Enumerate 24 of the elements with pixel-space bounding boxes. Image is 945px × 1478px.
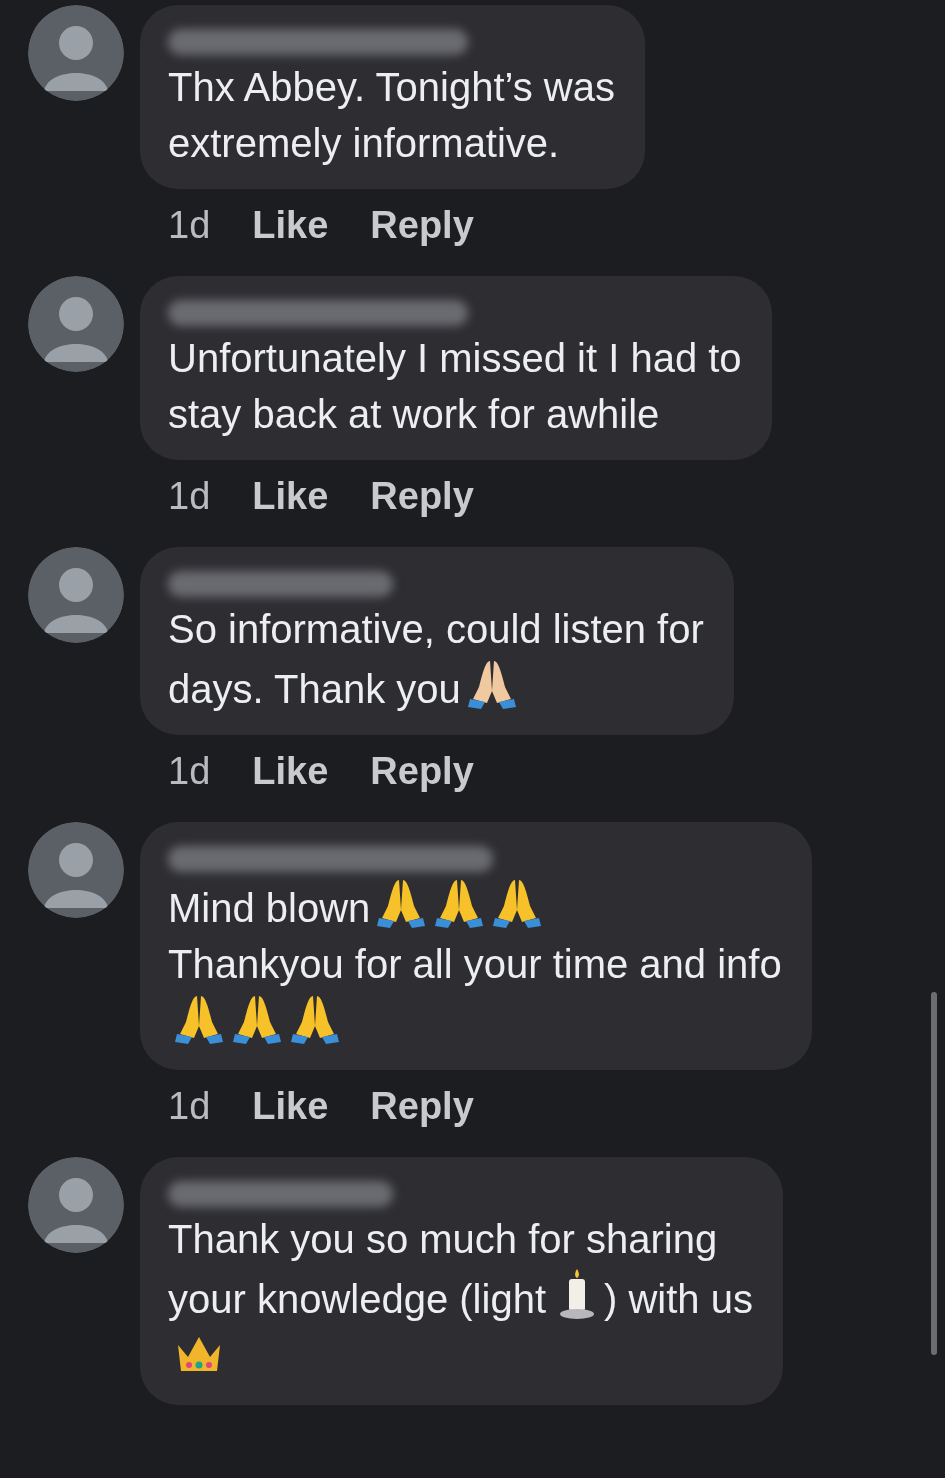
comment-text: Mind blown [168, 886, 371, 930]
like-link[interactable]: Like [252, 1078, 329, 1135]
comment-text: your knowledge (light [168, 1277, 546, 1321]
like-link[interactable]: Like [252, 743, 329, 800]
timestamp: 1d [168, 1084, 211, 1129]
reply-link[interactable]: Reply [370, 468, 474, 525]
timestamp: 1d [168, 203, 211, 248]
scrollbar[interactable] [931, 992, 937, 1355]
comment-text: Thx Abbey. Tonight’s was [168, 65, 615, 109]
timestamp: 1d [168, 749, 211, 794]
comment-text: So informative, could listen for [168, 607, 704, 651]
comment-text: stay back at work for awhile [168, 392, 660, 436]
like-link[interactable]: Like [252, 468, 329, 525]
comment-text: extremely informative. [168, 121, 560, 165]
timestamp: 1d [168, 474, 211, 519]
comment-text: Unfortunately I missed it I had to [168, 336, 742, 380]
reply-link[interactable]: Reply [370, 197, 474, 254]
like-link[interactable]: Like [252, 197, 329, 254]
comment-text: days. Thank you [168, 667, 461, 711]
comment-text: ) with us [604, 1277, 753, 1321]
comment-text: Thankyou for all your time and info [168, 942, 782, 986]
reply-link[interactable]: Reply [370, 743, 474, 800]
comment-text: Thank you so much for sharing [168, 1217, 718, 1261]
reply-link[interactable]: Reply [370, 1078, 474, 1135]
